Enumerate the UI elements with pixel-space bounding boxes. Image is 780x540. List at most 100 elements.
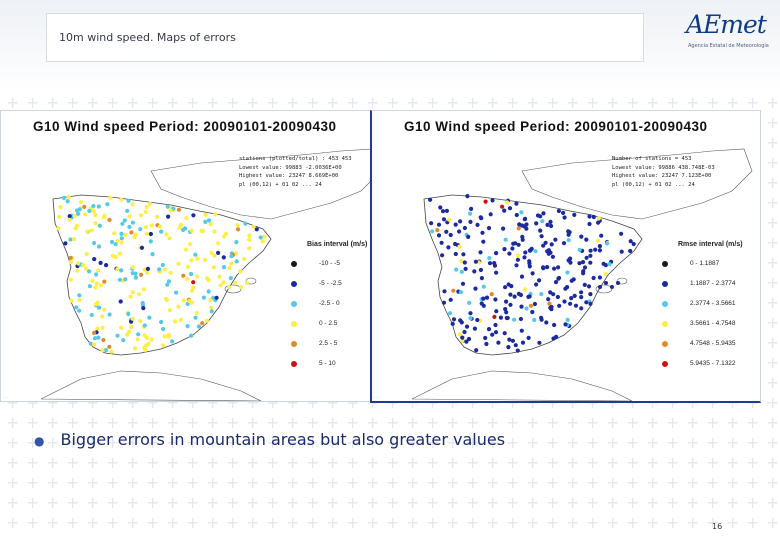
svg-text:+: + bbox=[746, 513, 759, 532]
station-point bbox=[524, 306, 529, 311]
station-point bbox=[194, 274, 199, 279]
station-point bbox=[176, 207, 181, 212]
station-point bbox=[537, 340, 542, 345]
station-point bbox=[500, 204, 505, 209]
station-point bbox=[616, 281, 620, 285]
legend-label: 2.3774 - 3.5661 bbox=[690, 300, 736, 307]
station-point bbox=[58, 204, 63, 210]
station-point bbox=[579, 306, 584, 311]
station-point bbox=[599, 233, 604, 238]
station-point bbox=[227, 265, 232, 270]
svg-text:+: + bbox=[466, 473, 479, 492]
station-point bbox=[121, 338, 126, 343]
station-point bbox=[133, 232, 138, 237]
station-point bbox=[562, 299, 567, 304]
station-point bbox=[165, 204, 170, 209]
station-point bbox=[113, 242, 118, 247]
station-point bbox=[159, 319, 164, 325]
station-point bbox=[596, 216, 601, 221]
station-point bbox=[56, 226, 61, 231]
station-point bbox=[174, 290, 179, 295]
svg-text:+: + bbox=[486, 513, 499, 532]
svg-text:+: + bbox=[766, 453, 779, 472]
station-point bbox=[189, 228, 194, 233]
station-point bbox=[77, 308, 82, 313]
station-point bbox=[453, 251, 458, 257]
svg-text:+: + bbox=[746, 413, 759, 432]
bias-map-panel: G10 Wind speed Period: 20090101-20090430… bbox=[0, 110, 390, 402]
station-point bbox=[94, 272, 99, 277]
svg-text:+: + bbox=[766, 193, 779, 212]
svg-text:+: + bbox=[26, 453, 39, 472]
svg-text:+: + bbox=[66, 513, 79, 532]
svg-text:+: + bbox=[66, 493, 79, 512]
stats-line: pl (00,12) + 01 02 ... 24 bbox=[239, 181, 322, 188]
svg-text:+: + bbox=[706, 413, 719, 432]
svg-text:+: + bbox=[526, 473, 539, 492]
station-point bbox=[502, 331, 507, 336]
svg-text:+: + bbox=[26, 513, 39, 532]
svg-text:+: + bbox=[666, 413, 679, 432]
svg-text:+: + bbox=[306, 493, 319, 512]
svg-text:+: + bbox=[166, 473, 179, 492]
svg-text:+: + bbox=[766, 273, 779, 292]
svg-text:+: + bbox=[26, 473, 39, 492]
svg-text:+: + bbox=[426, 473, 439, 492]
station-point bbox=[472, 326, 477, 331]
svg-text:+: + bbox=[586, 473, 599, 492]
station-point bbox=[91, 209, 96, 214]
station-point bbox=[221, 255, 226, 260]
station-point bbox=[513, 343, 518, 348]
svg-text:+: + bbox=[326, 513, 339, 532]
station-point bbox=[489, 292, 494, 297]
svg-text:+: + bbox=[186, 493, 199, 512]
station-point bbox=[436, 222, 442, 227]
station-point bbox=[539, 315, 544, 320]
svg-text:+: + bbox=[306, 453, 319, 472]
svg-text:+: + bbox=[766, 433, 779, 452]
station-point bbox=[87, 208, 92, 213]
station-point bbox=[579, 290, 584, 295]
svg-text:+: + bbox=[726, 433, 739, 452]
station-point bbox=[631, 241, 636, 247]
svg-text:+: + bbox=[386, 493, 399, 512]
station-point bbox=[579, 295, 584, 300]
station-point bbox=[159, 229, 164, 234]
station-point bbox=[581, 271, 586, 276]
station-point bbox=[178, 317, 183, 322]
station-point bbox=[138, 319, 143, 324]
station-point bbox=[128, 294, 133, 299]
station-point bbox=[107, 217, 112, 222]
svg-text:+: + bbox=[706, 453, 719, 472]
svg-text:+: + bbox=[66, 453, 79, 472]
bullet-point: ● Bigger errors in mountain areas but als… bbox=[34, 430, 505, 449]
station-point bbox=[247, 237, 252, 242]
station-point bbox=[87, 284, 92, 289]
svg-text:+: + bbox=[506, 513, 519, 532]
legend-marker bbox=[662, 281, 668, 287]
station-point bbox=[519, 304, 524, 309]
station-point bbox=[487, 261, 493, 266]
station-point bbox=[512, 294, 517, 299]
svg-text:+: + bbox=[266, 473, 279, 492]
station-point bbox=[189, 333, 194, 338]
station-point bbox=[109, 239, 115, 245]
station-point bbox=[462, 329, 467, 335]
svg-text:+: + bbox=[46, 453, 59, 472]
station-point bbox=[538, 228, 543, 233]
svg-text:+: + bbox=[406, 453, 419, 472]
svg-text:+: + bbox=[366, 493, 379, 512]
station-point bbox=[587, 221, 592, 227]
station-point bbox=[517, 222, 522, 227]
station-point bbox=[492, 261, 497, 266]
svg-text:+: + bbox=[586, 493, 599, 512]
station-point bbox=[550, 254, 555, 259]
station-point bbox=[527, 248, 532, 253]
svg-text:+: + bbox=[746, 493, 759, 512]
svg-text:+: + bbox=[566, 413, 579, 432]
svg-text:+: + bbox=[446, 473, 459, 492]
station-point bbox=[206, 289, 211, 294]
legend-marker bbox=[662, 361, 668, 367]
station-point bbox=[466, 234, 471, 239]
station-point bbox=[201, 295, 206, 300]
